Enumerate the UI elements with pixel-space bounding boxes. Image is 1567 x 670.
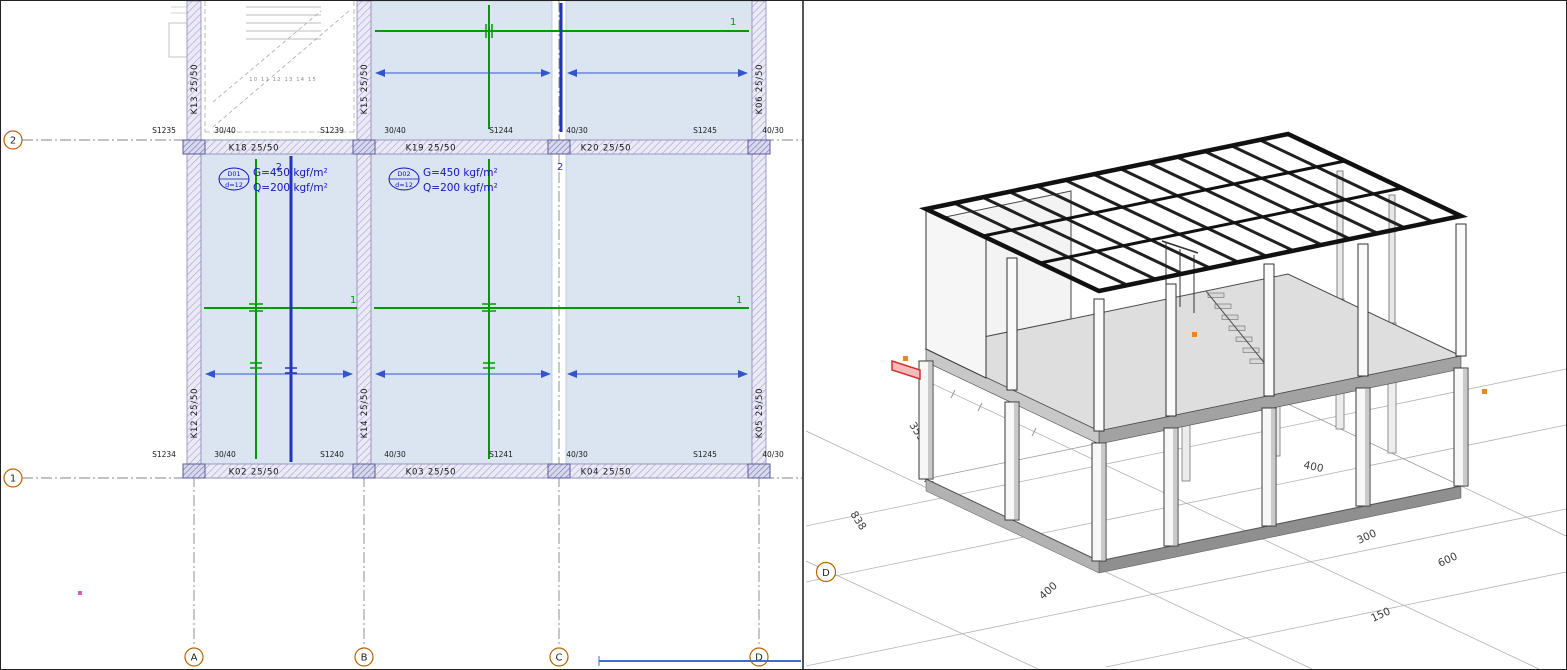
slab-label: S1240 [320, 450, 344, 459]
section-label: 40/30 [384, 450, 406, 459]
column[interactable] [353, 140, 375, 154]
section-label: 40/30 [566, 126, 588, 135]
beam-label: K05 25/50 [755, 388, 765, 439]
beam-label: K03 25/50 [406, 468, 457, 478]
load-tag-name: D01 [227, 170, 240, 178]
load-dead: G=450 kgf/m² [253, 167, 328, 179]
dim-label: 400 [1302, 459, 1324, 475]
column[interactable] [548, 140, 570, 154]
slab-label: S1235 [152, 126, 176, 135]
span-number: 1 [730, 17, 736, 28]
dim-label: 600 [1436, 550, 1459, 569]
application-window: 10 11 12 13 14 15 [0, 0, 1567, 670]
axis-bubble-label: C [556, 653, 563, 664]
slab-label: S1245 [693, 126, 717, 135]
orange-marker[interactable] [1482, 389, 1487, 394]
orange-marker[interactable] [903, 356, 908, 361]
view3d-panel[interactable]: 355 400 838 400 400 300 600 150 D [806, 1, 1566, 669]
beam-label: K20 25/50 [581, 144, 632, 154]
beam-label: K19 25/50 [406, 144, 457, 154]
beam-label: K18 25/50 [229, 144, 280, 154]
beam[interactable] [375, 464, 548, 478]
section-label: 40/30 [762, 126, 784, 135]
column[interactable] [748, 464, 770, 478]
span-number: 1 [350, 295, 356, 306]
dim-label: 838 [847, 509, 868, 532]
column[interactable] [183, 464, 205, 478]
stair-step-numbers: 10 11 12 13 14 15 [249, 77, 317, 83]
column[interactable] [183, 140, 205, 154]
beam-label: K15 25/50 [360, 64, 370, 115]
section-label: 40/30 [566, 450, 588, 459]
plan-panel[interactable]: 10 11 12 13 14 15 [1, 1, 804, 669]
axis-bubble-label: 1 [10, 474, 16, 485]
red-highlight-element[interactable] [892, 361, 920, 379]
column[interactable] [353, 464, 375, 478]
load-live: Q=200 kgf/m² [423, 182, 498, 194]
slab-region[interactable] [371, 1, 552, 140]
slab-label: S1245 [693, 450, 717, 459]
axis-bubble-label: A [191, 653, 198, 664]
section-label: 30/40 [384, 126, 406, 135]
marker-dot [78, 591, 82, 595]
orange-marker[interactable] [1192, 332, 1197, 337]
slab-region[interactable] [566, 1, 752, 140]
beam-label: K14 25/50 [360, 388, 370, 439]
section-label: 40/30 [762, 450, 784, 459]
beam-label: K02 25/50 [229, 468, 280, 478]
beam-label: K13 25/50 [190, 64, 200, 115]
axis-bubble-label: 2 [10, 136, 16, 147]
column[interactable] [748, 140, 770, 154]
section-label: 30/40 [214, 450, 236, 459]
beam-label: K06 25/50 [755, 64, 765, 115]
beam-label: K12 25/50 [190, 388, 200, 439]
axis-bubble-label: D [822, 568, 830, 579]
strip-number: 2 [557, 162, 563, 173]
beam[interactable] [375, 140, 548, 154]
slab-label: S1234 [152, 450, 176, 459]
column[interactable] [548, 464, 570, 478]
slab-label: S1241 [489, 450, 513, 459]
dim-label: 400 [1037, 580, 1060, 602]
axis-bubble-label: B [361, 653, 368, 664]
load-dead: G=450 kgf/m² [423, 167, 498, 179]
slab-label: S1244 [489, 126, 513, 135]
span-number: 1 [736, 295, 742, 306]
section-label: 30/40 [214, 126, 236, 135]
load-tag-thickness: d=12 [225, 181, 243, 189]
beam-label: K04 25/50 [581, 468, 632, 478]
load-tag-thickness: d=12 [395, 181, 413, 189]
dim-label: 300 [1355, 527, 1378, 546]
load-tag-name: D02 [397, 170, 410, 178]
load-live: Q=200 kgf/m² [253, 182, 328, 194]
slab-label: S1239 [320, 126, 344, 135]
